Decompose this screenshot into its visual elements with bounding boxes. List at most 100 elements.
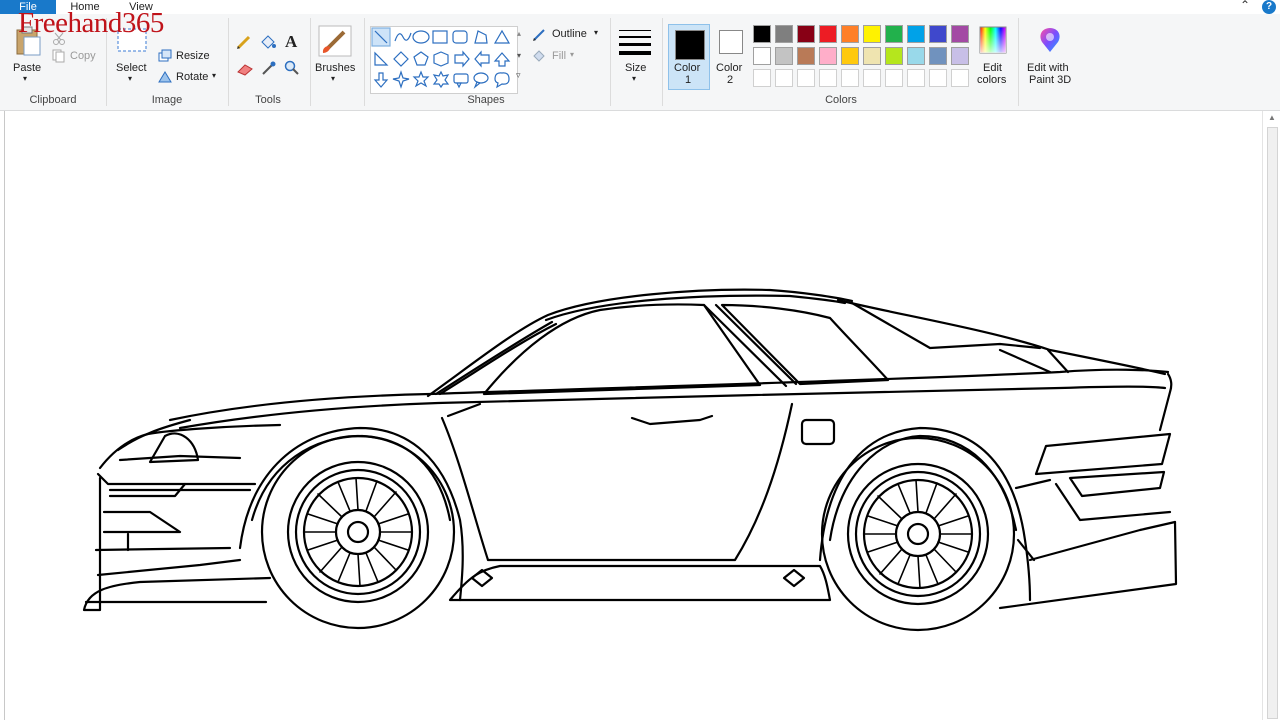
palette-color-swatch[interactable] bbox=[863, 25, 881, 43]
palette-color-swatch[interactable] bbox=[929, 47, 947, 65]
shapes-group-label: Shapes bbox=[467, 94, 505, 106]
size-button[interactable] bbox=[618, 28, 652, 63]
shapes-icons bbox=[371, 27, 511, 89]
palette-color-swatch[interactable] bbox=[819, 25, 837, 43]
help-icon[interactable]: ? bbox=[1262, 0, 1276, 14]
custom-color-slot[interactable] bbox=[885, 69, 903, 87]
shapes-gallery[interactable] bbox=[370, 26, 518, 94]
custom-color-slot[interactable] bbox=[863, 69, 881, 87]
palette-color-swatch[interactable] bbox=[819, 47, 837, 65]
copy-button[interactable] bbox=[52, 49, 66, 68]
outline-button[interactable] bbox=[532, 28, 548, 47]
palette-color-swatch[interactable] bbox=[929, 25, 947, 43]
palette-color-swatch[interactable] bbox=[841, 47, 859, 65]
shapes-scroll-down-icon[interactable]: ▾ bbox=[517, 51, 521, 60]
custom-color-slot[interactable] bbox=[929, 69, 947, 87]
palette-color-swatch[interactable] bbox=[907, 47, 925, 65]
custom-color-slot[interactable] bbox=[841, 69, 859, 87]
brush-icon bbox=[318, 25, 352, 57]
color1-number: 1 bbox=[685, 74, 692, 86]
pencil-icon bbox=[236, 35, 251, 50]
select-dropdown-icon[interactable]: ▾ bbox=[128, 74, 132, 83]
image-group-label: Image bbox=[151, 94, 183, 106]
brushes-label: Brushes bbox=[315, 62, 356, 74]
color1-label: Color bbox=[674, 62, 701, 74]
brushes-dropdown-icon[interactable]: ▾ bbox=[331, 74, 335, 83]
copy-icon bbox=[52, 49, 65, 63]
magnifier-tool[interactable] bbox=[284, 60, 300, 81]
edit-with-paint3d-label-1: Edit with bbox=[1027, 62, 1069, 74]
fill-button[interactable] bbox=[532, 49, 548, 68]
outline-label: Outline bbox=[552, 28, 587, 40]
scrollbar-thumb[interactable] bbox=[1267, 127, 1278, 719]
outline-dropdown-icon[interactable]: ▾ bbox=[594, 28, 598, 37]
palette-color-swatch[interactable] bbox=[841, 25, 859, 43]
palette-color-swatch[interactable] bbox=[775, 47, 793, 65]
paint3d-icon bbox=[1040, 28, 1060, 52]
palette-color-swatch[interactable] bbox=[907, 25, 925, 43]
eyedropper-icon bbox=[262, 61, 276, 75]
rotate-label: Rotate bbox=[176, 71, 209, 83]
shapes-expand-icon[interactable]: ▿ bbox=[516, 70, 521, 81]
rotate-button[interactable] bbox=[158, 70, 172, 88]
color-picker-tool[interactable] bbox=[261, 60, 277, 81]
shapes-scroll-up-icon[interactable]: ▴ bbox=[517, 29, 521, 38]
color2-number: 2 bbox=[727, 74, 734, 86]
pencil-tool[interactable] bbox=[236, 34, 252, 55]
channel-watermark: Freehand365 bbox=[18, 7, 164, 39]
rotate-dropdown-icon[interactable]: ▾ bbox=[212, 71, 216, 80]
palette-color-swatch[interactable] bbox=[885, 47, 903, 65]
scroll-up-arrow-icon[interactable]: ▲ bbox=[1263, 111, 1280, 125]
eraser-icon bbox=[237, 64, 253, 76]
magnifier-icon bbox=[284, 60, 299, 75]
fill-tool[interactable] bbox=[259, 34, 277, 55]
rotate-icon bbox=[158, 71, 172, 83]
palette-color-swatch[interactable] bbox=[951, 25, 969, 43]
color2-label: Color bbox=[716, 62, 743, 74]
edit-with-paint3d-button[interactable] bbox=[1036, 26, 1064, 59]
custom-color-slot[interactable] bbox=[797, 69, 815, 87]
divider bbox=[228, 18, 229, 106]
palette-color-swatch[interactable] bbox=[797, 25, 815, 43]
custom-color-slot[interactable] bbox=[753, 69, 771, 87]
palette-color-swatch[interactable] bbox=[863, 47, 881, 65]
custom-color-slot[interactable] bbox=[951, 69, 969, 87]
copy-label: Copy bbox=[70, 50, 96, 62]
edit-colors-label-1: Edit bbox=[983, 62, 1002, 74]
size-label: Size bbox=[625, 62, 647, 74]
outline-pen-icon bbox=[533, 29, 545, 41]
edit-colors-button[interactable] bbox=[979, 26, 1007, 59]
palette-color-swatch[interactable] bbox=[753, 47, 771, 65]
resize-button[interactable] bbox=[158, 49, 172, 67]
palette-color-swatch[interactable] bbox=[885, 25, 903, 43]
resize-label: Resize bbox=[176, 50, 210, 62]
custom-color-slot[interactable] bbox=[819, 69, 837, 87]
divider bbox=[310, 18, 311, 106]
palette-color-swatch[interactable] bbox=[775, 25, 793, 43]
edit-colors-label-2: colors bbox=[977, 74, 1007, 86]
palette-color-swatch[interactable] bbox=[753, 25, 771, 43]
menu-tab-bar: File Home View ⌃ ? bbox=[0, 0, 1280, 14]
fill-dropdown-icon[interactable]: ▾ bbox=[570, 50, 574, 59]
fill-bucket-icon bbox=[533, 50, 545, 62]
vertical-scrollbar[interactable]: ▲ bbox=[1262, 111, 1280, 720]
colors-group-label: Colors bbox=[825, 94, 857, 106]
color1-swatch bbox=[675, 30, 705, 60]
line-width-icon bbox=[619, 30, 651, 55]
resize-icon bbox=[158, 49, 172, 62]
custom-color-slot[interactable] bbox=[775, 69, 793, 87]
palette-color-swatch[interactable] bbox=[797, 47, 815, 65]
size-dropdown-icon[interactable]: ▾ bbox=[632, 74, 636, 83]
text-tool-icon[interactable]: A bbox=[285, 32, 297, 52]
select-label: Select bbox=[116, 62, 147, 74]
eraser-tool[interactable] bbox=[236, 62, 254, 81]
custom-color-slot[interactable] bbox=[907, 69, 925, 87]
tools-group-label: Tools bbox=[255, 94, 281, 106]
brushes-button[interactable] bbox=[318, 25, 352, 62]
minimize-ribbon-icon[interactable]: ⌃ bbox=[1240, 0, 1250, 12]
paste-label: Paste bbox=[13, 62, 42, 74]
paste-dropdown-icon[interactable]: ▾ bbox=[23, 74, 27, 83]
palette-color-swatch[interactable] bbox=[951, 47, 969, 65]
color2-button[interactable] bbox=[719, 30, 743, 54]
divider bbox=[1018, 18, 1019, 106]
